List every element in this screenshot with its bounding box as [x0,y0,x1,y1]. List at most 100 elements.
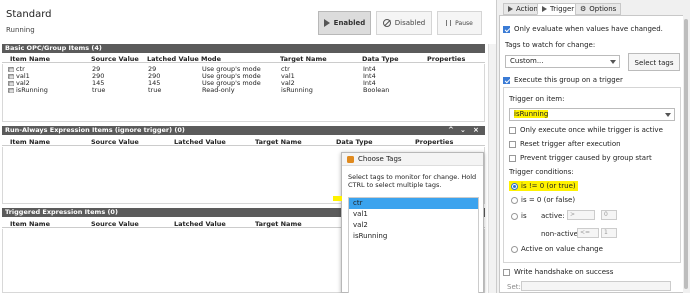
active-on-change-radio[interactable] [511,245,518,253]
list-item[interactable]: val2 [349,220,478,231]
row-source: true [92,86,106,94]
tags-to-watch-combo[interactable]: Custom... [505,55,620,68]
collapse-up-icon[interactable]: ^ [448,126,454,135]
tab-label: Trigger [550,5,575,13]
pause-icon [446,20,452,26]
col-properties[interactable]: Properties [427,55,465,63]
cond-nonzero-label: is != 0 (or true) [521,182,576,190]
prevent-trigger-label: Prevent trigger caused by group start [520,154,652,162]
col-target-name[interactable]: Target Name [255,220,302,228]
table-row[interactable]: val2 145 145 Use group's mode val2 Int4 [3,80,484,87]
tag-icon [8,67,14,72]
cond-nonzero-radio[interactable] [511,182,518,190]
set-label: Set: [507,283,521,291]
only-evaluate-label: Only evaluate when values have changed. [514,25,663,33]
cond-zero-radio[interactable] [511,196,518,204]
only-once-row[interactable]: Only execute once while trigger is activ… [509,126,663,134]
execute-on-trigger-row[interactable]: Execute this group on a trigger [503,76,623,84]
cond-is-row[interactable]: is [511,212,527,220]
active-label: active: [541,212,565,220]
tag-icon [8,88,14,93]
col-source-value[interactable]: Source Value [91,55,139,63]
execute-on-trigger-checkbox[interactable] [503,76,510,84]
panel-scroll-thumb[interactable] [684,19,688,289]
select-tags-button[interactable]: Select tags [628,53,680,71]
col-properties[interactable]: Properties [415,138,453,146]
col-item-name[interactable]: Item Name [10,138,50,146]
vertical-scrollbar[interactable] [488,44,496,293]
tab-options[interactable]: ⚙ Options [575,3,622,15]
reset-trigger-checkbox[interactable] [509,140,516,148]
col-mode[interactable]: Mode [201,55,221,63]
col-source-value[interactable]: Source Value [91,220,139,228]
write-handshake-row[interactable]: Write handshake on success [503,268,613,276]
pause-label: Pause [455,19,473,27]
panel-scrollbar[interactable] [683,15,689,293]
choose-tags-titlebar[interactable]: Choose Tags [342,153,483,166]
nonactive-label: non-active: [541,230,581,238]
col-latched-value[interactable]: Latched Value [174,220,226,228]
enabled-button[interactable]: Enabled [318,11,371,35]
active-op-combo[interactable]: > [567,210,595,220]
write-handshake-checkbox[interactable] [503,268,510,276]
close-icon[interactable]: × [473,126,479,135]
col-latched-value[interactable]: Latched Value [147,55,199,63]
basic-items-column-header: Item Name Source Value Latched Value Mod… [2,54,485,63]
tags-list[interactable]: ctr val1 val2 isRunning [348,197,479,293]
set-combo[interactable] [521,281,671,291]
execute-on-trigger-label: Execute this group on a trigger [514,76,623,84]
col-item-name[interactable]: Item Name [10,220,50,228]
table-row[interactable]: isRunning true true Read-only isRunning … [3,87,484,94]
list-item[interactable]: val1 [349,209,478,220]
reset-trigger-row[interactable]: Reset trigger after execution [509,140,621,148]
col-data-type[interactable]: Data Type [336,138,373,146]
only-once-checkbox[interactable] [509,126,516,134]
enabled-label: Enabled [333,19,366,27]
run-always-column-header: Item Name Source Value Latched Value Tar… [2,137,485,146]
collapse-down-icon[interactable]: ⌄ [460,126,466,135]
col-source-value[interactable]: Source Value [91,138,139,146]
run-always-items-header[interactable]: Run-Always Expression Items (ignore trig… [2,126,485,135]
disabled-button[interactable]: Disabled [376,11,432,35]
cond-zero-label: is = 0 (or false) [521,196,576,204]
col-data-type[interactable]: Data Type [362,55,399,63]
row-target: isRunning [281,86,313,94]
nonactive-value-field[interactable]: 1 [601,228,617,238]
tags-to-watch-label: Tags to watch for change: [505,41,596,49]
col-target-name[interactable]: Target Name [280,55,327,63]
tab-trigger[interactable]: Trigger [537,3,580,15]
disabled-icon [382,19,391,27]
active-value-field[interactable]: 0 [601,210,617,220]
triggered-items-title: Triggered Expression Items (0) [5,208,118,216]
prevent-trigger-checkbox[interactable] [509,154,516,162]
basic-items-table: ctr 29 29 Use group's mode ctr Int4 val1… [2,64,485,122]
only-evaluate-row[interactable]: Only evaluate when values have changed. [503,25,663,33]
list-item[interactable]: ctr [349,198,478,209]
disabled-label: Disabled [394,19,426,27]
basic-items-header[interactable]: Basic OPC/Group Items (4) [2,44,485,53]
prevent-trigger-row[interactable]: Prevent trigger caused by group start [509,154,652,162]
row-latched: true [148,86,162,94]
play-icon [542,6,547,12]
active-on-change-label: Active on value change [521,245,603,253]
only-once-label: Only execute once while trigger is activ… [520,126,663,134]
nonactive-op-combo[interactable]: <= [577,228,599,238]
cond-is-radio[interactable] [511,212,518,220]
cond-nonzero-row[interactable]: is != 0 (or true) [509,181,578,191]
active-on-change-row[interactable]: Active on value change [511,245,603,253]
list-item[interactable]: isRunning [349,231,478,242]
tag-icon [8,74,14,79]
basic-items-title: Basic OPC/Group Items (4) [5,44,102,52]
tab-label: Action [516,5,538,13]
cond-zero-row[interactable]: is = 0 (or false) [511,196,575,204]
only-evaluate-checkbox[interactable] [503,25,510,33]
col-target-name[interactable]: Target Name [255,138,302,146]
tab-label: Options [589,5,617,13]
pause-button[interactable]: Pause [437,11,482,35]
col-item-name[interactable]: Item Name [10,55,50,63]
app-icon [347,156,354,163]
col-latched-value[interactable]: Latched Value [174,138,226,146]
trigger-item-combo[interactable]: isRunning [509,108,675,121]
choose-tags-title: Choose Tags [358,155,402,163]
chevron-down-icon [610,60,616,64]
